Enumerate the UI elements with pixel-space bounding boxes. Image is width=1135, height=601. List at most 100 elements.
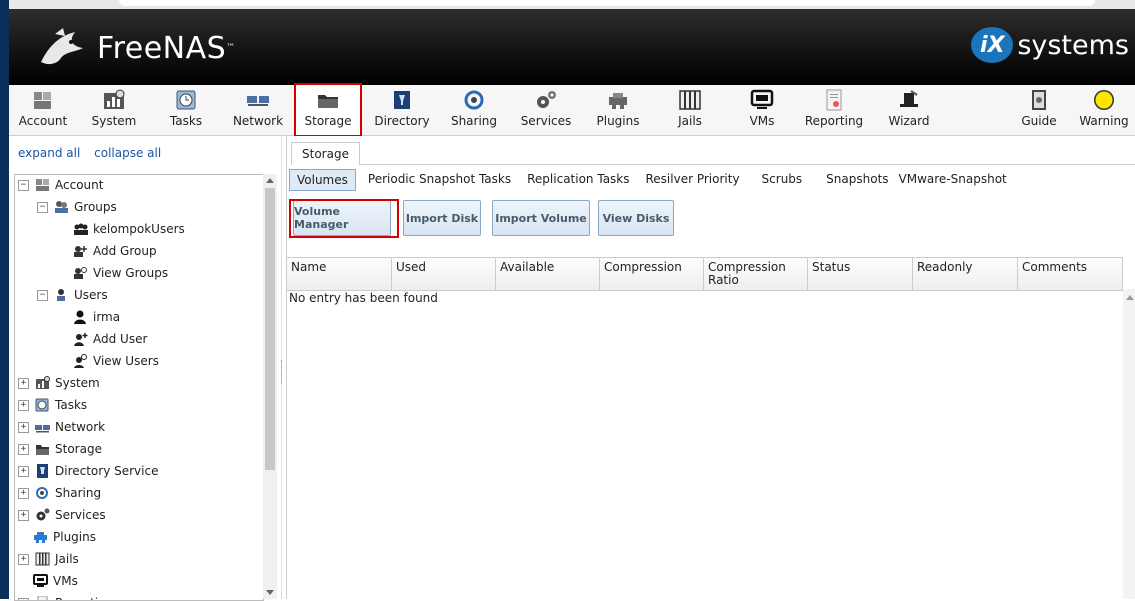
- expand-toggle[interactable]: +: [18, 488, 29, 499]
- storage-icon: [316, 89, 340, 111]
- main-toolbar: Account System Tasks Network Storage Dir…: [9, 85, 1135, 136]
- toolbar-account[interactable]: Account: [9, 87, 77, 133]
- expand-toggle[interactable]: +: [18, 554, 29, 565]
- tree-item-reporting[interactable]: +Reporting: [18, 593, 113, 601]
- toolbar-system[interactable]: System: [80, 87, 148, 133]
- tree-item-system[interactable]: +System: [18, 373, 100, 393]
- tree-item-account[interactable]: − Account: [18, 175, 103, 195]
- collapse-all-link[interactable]: collapse all: [94, 146, 161, 160]
- tree-item-kelompokusers[interactable]: kelompokUsers: [73, 219, 185, 239]
- tree-item-directory-service[interactable]: +Directory Service: [18, 461, 158, 481]
- toolbar-warning[interactable]: Warning: [1073, 87, 1135, 133]
- scroll-down-icon[interactable]: [266, 590, 274, 595]
- tree-scrollbar[interactable]: [263, 174, 277, 599]
- tab-storage[interactable]: Storage: [291, 142, 360, 165]
- toolbar-label: Network: [224, 114, 292, 128]
- expand-toggle[interactable]: +: [18, 510, 29, 521]
- toolbar-plugins[interactable]: Plugins: [584, 87, 652, 133]
- browser-bar: [9, 0, 1135, 9]
- scroll-thumb[interactable]: [265, 188, 275, 470]
- collapse-toggle[interactable]: −: [37, 290, 48, 301]
- expand-toggle[interactable]: +: [18, 422, 29, 433]
- tree-item-add-group[interactable]: Add Group: [73, 241, 157, 261]
- group-icon: [73, 222, 88, 236]
- account-icon: [31, 89, 55, 111]
- scroll-up-icon[interactable]: [266, 178, 274, 183]
- address-field[interactable]: [119, 0, 1095, 6]
- pane-splitter[interactable]: [281, 360, 285, 384]
- network-icon: [35, 420, 50, 434]
- tree-item-label: Services: [55, 505, 106, 525]
- toolbar-label: Account: [9, 114, 77, 128]
- toolbar-tasks[interactable]: Tasks: [152, 87, 220, 133]
- column-comments[interactable]: Comments: [1018, 258, 1123, 290]
- subtab-volumes[interactable]: Volumes: [289, 169, 356, 191]
- toolbar-sharing[interactable]: Sharing: [440, 87, 508, 133]
- import-volume-button[interactable]: Import Volume: [492, 200, 590, 236]
- toolbar-label: Sharing: [440, 114, 508, 128]
- expand-toggle[interactable]: +: [18, 378, 29, 389]
- expand-toggle[interactable]: +: [18, 400, 29, 411]
- toolbar-guide[interactable]: Guide: [1005, 87, 1073, 133]
- toolbar-label: Plugins: [584, 114, 652, 128]
- collapse-toggle[interactable]: −: [37, 202, 48, 213]
- tree-item-vms[interactable]: VMs: [33, 571, 78, 591]
- tree-item-users[interactable]: −Users: [37, 285, 108, 305]
- tree-item-view-groups[interactable]: View Groups: [73, 263, 168, 283]
- tree-item-irma[interactable]: irma: [73, 307, 120, 327]
- column-status[interactable]: Status: [808, 258, 913, 290]
- view-disks-button[interactable]: View Disks: [598, 200, 674, 236]
- tree-item-label: Network: [55, 417, 105, 437]
- column-readonly[interactable]: Readonly: [913, 258, 1018, 290]
- toolbar-vms[interactable]: VMs: [728, 87, 796, 133]
- expand-all-link[interactable]: expand all: [18, 146, 80, 160]
- subtab-snapshots[interactable]: Snapshots: [822, 169, 892, 189]
- subtab-vmware-snapshot[interactable]: VMware-Snapshot: [895, 169, 1011, 189]
- subtab-periodic-snapshot-tasks[interactable]: Periodic Snapshot Tasks: [364, 169, 515, 189]
- column-available[interactable]: Available: [496, 258, 600, 290]
- subtab-scrubs[interactable]: Scrubs: [758, 169, 807, 189]
- column-compression[interactable]: Compression: [600, 258, 704, 290]
- toolbar-storage[interactable]: Storage: [296, 85, 360, 135]
- tree-item-view-users[interactable]: View Users: [73, 351, 159, 371]
- toolbar-services[interactable]: Services: [512, 87, 580, 133]
- toolbar-directory[interactable]: Directory: [368, 87, 436, 133]
- subtab-resilver-priority[interactable]: Resilver Priority: [642, 169, 744, 189]
- tree-item-label: Add User: [93, 329, 147, 349]
- view-users-icon: [73, 354, 88, 368]
- grid-scrollbar[interactable]: [1123, 289, 1135, 599]
- tasks-icon: [35, 398, 50, 412]
- tree-item-storage[interactable]: + Storage: [18, 439, 102, 459]
- vendor-name: systems: [1017, 30, 1129, 61]
- scroll-up-icon[interactable]: [1126, 295, 1134, 300]
- tree-controls: expand all collapse all: [18, 146, 171, 160]
- left-navigation: expand all collapse all −Account −Groups…: [9, 136, 282, 599]
- tree-item-sharing[interactable]: +Sharing: [18, 483, 101, 503]
- tree-item-add-user[interactable]: Add User: [73, 329, 147, 349]
- subtab-replication-tasks[interactable]: Replication Tasks: [523, 169, 633, 189]
- collapse-toggle[interactable]: −: [18, 180, 29, 191]
- tree-item-label: irma: [93, 307, 120, 327]
- tree-item-label: Account: [55, 175, 103, 195]
- tree-item-groups[interactable]: −Groups: [37, 197, 117, 217]
- freenas-logo: FreeNAS ™: [35, 24, 235, 72]
- tree-item-jails[interactable]: +Jails: [18, 549, 79, 569]
- column-name[interactable]: Name: [287, 258, 392, 290]
- toolbar-reporting[interactable]: Reporting: [800, 87, 868, 133]
- column-used[interactable]: Used: [392, 258, 496, 290]
- import-disk-button[interactable]: Import Disk: [403, 200, 481, 236]
- tree-item-tasks[interactable]: +Tasks: [18, 395, 87, 415]
- tree-item-label: Plugins: [53, 527, 96, 547]
- expand-toggle[interactable]: +: [18, 466, 29, 477]
- expand-toggle[interactable]: +: [18, 598, 29, 601]
- expand-toggle[interactable]: +: [18, 444, 29, 455]
- column-compression-ratio[interactable]: Compression Ratio: [704, 258, 808, 290]
- tree-item-plugins[interactable]: Plugins: [33, 527, 96, 547]
- tree-item-services[interactable]: + Services: [18, 505, 106, 525]
- toolbar-wizard[interactable]: Wizard: [875, 87, 943, 133]
- toolbar-network[interactable]: Network: [224, 87, 292, 133]
- tree-item-label: Storage: [55, 439, 102, 459]
- ixsystems-logo: iX systems: [971, 27, 1129, 63]
- toolbar-jails[interactable]: Jails: [656, 87, 724, 133]
- tree-item-network[interactable]: + Network: [18, 417, 105, 437]
